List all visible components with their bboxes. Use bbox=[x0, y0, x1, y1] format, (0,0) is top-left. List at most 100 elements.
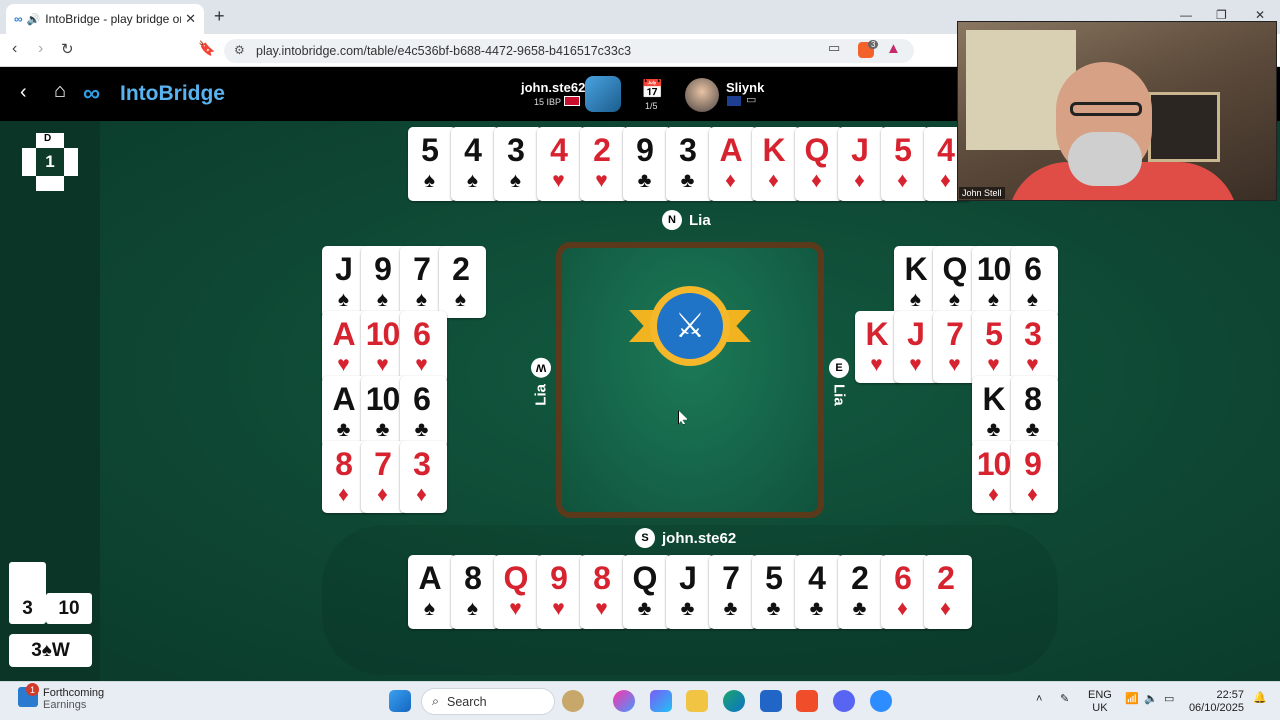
intobridge-logo-icon[interactable]: ∞ bbox=[83, 80, 100, 108]
back-chevron-icon[interactable]: ‹ bbox=[20, 81, 27, 104]
card-suit: ♦ bbox=[1027, 483, 1038, 506]
playing-card[interactable]: 3 ♣ bbox=[666, 127, 714, 201]
store-icon[interactable] bbox=[760, 690, 782, 712]
home-icon[interactable]: ⌂ bbox=[54, 80, 66, 103]
north-seat-disc: N bbox=[662, 210, 682, 230]
playing-card[interactable]: 4 ♥ bbox=[537, 127, 585, 201]
player-left-avatar[interactable] bbox=[585, 76, 621, 112]
taskbar-search[interactable]: ⌕ Search bbox=[421, 688, 555, 715]
playing-card[interactable]: A ♦ bbox=[709, 127, 757, 201]
copilot-drop-icon[interactable] bbox=[613, 690, 635, 712]
playing-card[interactable]: 9 ♦ bbox=[1011, 441, 1058, 513]
discord-icon[interactable] bbox=[833, 690, 855, 712]
news-widget[interactable]: 1 Forthcoming Earnings bbox=[18, 683, 104, 711]
clock[interactable]: 22:57 06/10/2025 bbox=[1188, 689, 1244, 715]
back-arrow-icon[interactable]: ‹ bbox=[12, 40, 17, 58]
card-rank: 7 bbox=[946, 316, 964, 352]
speaker-icon[interactable]: 🔊 bbox=[27, 13, 41, 26]
new-tab-icon[interactable]: + bbox=[214, 6, 225, 27]
card-suit: ♠ bbox=[337, 288, 350, 311]
playing-card[interactable]: 5 ♣ bbox=[752, 555, 800, 629]
site-info-icon[interactable]: ⚙ bbox=[234, 43, 245, 57]
playing-card[interactable]: 8 ♠ bbox=[451, 555, 499, 629]
forward-arrow-icon[interactable]: › bbox=[38, 40, 43, 58]
edge-icon[interactable] bbox=[723, 690, 745, 712]
video-call-overlay[interactable]: John Stell bbox=[957, 21, 1277, 201]
card-rank: 4 bbox=[550, 132, 568, 168]
playing-card[interactable]: Q ♦ bbox=[795, 127, 843, 201]
playing-card[interactable]: Q ♥ bbox=[494, 555, 542, 629]
tricks-ew: 10 bbox=[58, 598, 80, 619]
card-rank: 5 bbox=[985, 316, 1003, 352]
playing-card[interactable]: J ♣ bbox=[666, 555, 714, 629]
bookmark-icon[interactable]: 🔖 bbox=[198, 40, 215, 57]
playing-card[interactable]: 6 ♦ bbox=[881, 555, 929, 629]
card-suit: ♦ bbox=[897, 169, 908, 192]
clock-date: 06/10/2025 bbox=[1188, 702, 1244, 714]
playing-card[interactable]: A ♠ bbox=[408, 555, 456, 629]
card-rank: 6 bbox=[1024, 251, 1042, 287]
playing-card[interactable]: 6 ♥ bbox=[400, 311, 447, 383]
uk-flag-icon bbox=[564, 96, 580, 106]
playing-card[interactable]: 3 ♠ bbox=[494, 127, 542, 201]
volume-icon[interactable]: 🔈 bbox=[1144, 693, 1158, 706]
playing-card[interactable]: 8 ♣ bbox=[1011, 376, 1058, 448]
card-rank: 3 bbox=[679, 132, 697, 168]
playing-card[interactable]: K ♦ bbox=[752, 127, 800, 201]
widgets-icon[interactable] bbox=[562, 690, 584, 712]
calendar-star-icon[interactable]: 📅 bbox=[641, 79, 663, 100]
playing-card[interactable]: 2 ♦ bbox=[924, 555, 972, 629]
playing-card[interactable]: 9 ♣ bbox=[623, 127, 671, 201]
playing-card[interactable]: 2 ♥ bbox=[580, 127, 628, 201]
network-pen-icon[interactable]: ✎ bbox=[1060, 693, 1069, 706]
zoom-icon[interactable] bbox=[870, 690, 892, 712]
wifi-icon[interactable]: 📶 bbox=[1125, 693, 1139, 706]
browser-tab[interactable]: ∞ 🔊 IntoBridge - play bridge onlin ✕ bbox=[6, 4, 204, 34]
card-rank: 2 bbox=[452, 251, 470, 287]
playing-card[interactable]: 9 ♥ bbox=[537, 555, 585, 629]
chevron-up-icon[interactable]: ˄ bbox=[1036, 693, 1042, 706]
playing-card[interactable]: J ♦ bbox=[838, 127, 886, 201]
playing-card[interactable]: 3 ♥ bbox=[1011, 311, 1058, 383]
card-suit: ♣ bbox=[637, 597, 652, 620]
copilot-icon[interactable] bbox=[650, 690, 672, 712]
reload-icon[interactable]: ↻ bbox=[61, 40, 74, 58]
card-suit: ♦ bbox=[811, 169, 822, 192]
west-seat-disc: W bbox=[531, 358, 551, 378]
card-rank: 8 bbox=[464, 560, 482, 596]
playing-card[interactable]: 3 ♦ bbox=[400, 441, 447, 513]
url-field[interactable]: ⚙ play.intobridge.com/table/e4c536bf-b68… bbox=[224, 39, 914, 63]
playing-card[interactable]: 5 ♠ bbox=[408, 127, 456, 201]
playing-card[interactable]: 5 ♦ bbox=[881, 127, 929, 201]
window-close-icon[interactable]: ✕ bbox=[1255, 8, 1265, 22]
card-rank: 6 bbox=[413, 316, 431, 352]
language-indicator[interactable]: ENG UK bbox=[1088, 689, 1112, 715]
player-right-avatar[interactable] bbox=[685, 78, 719, 112]
minimize-icon[interactable]: — bbox=[1180, 8, 1192, 22]
playing-card[interactable]: Q ♣ bbox=[623, 555, 671, 629]
file-explorer-icon[interactable] bbox=[686, 690, 708, 712]
start-icon[interactable] bbox=[389, 690, 411, 712]
playing-card[interactable]: 8 ♥ bbox=[580, 555, 628, 629]
south-player-name: john.ste62 bbox=[662, 529, 737, 547]
brave-icon[interactable] bbox=[796, 690, 818, 712]
person-glasses bbox=[1070, 102, 1142, 116]
infinity-icon: ∞ bbox=[14, 12, 23, 26]
playing-card[interactable]: 7 ♣ bbox=[709, 555, 757, 629]
playing-card[interactable]: 6 ♣ bbox=[400, 376, 447, 448]
rewards-triangle-icon[interactable]: ▲ bbox=[886, 40, 901, 57]
playing-card[interactable]: 4 ♠ bbox=[451, 127, 499, 201]
brand-name[interactable]: IntoBridge bbox=[120, 82, 225, 106]
card-rank: 3 bbox=[1024, 316, 1042, 352]
cast-icon[interactable]: ▭ bbox=[828, 40, 840, 56]
contract-display: 3♠W bbox=[9, 634, 92, 667]
playing-card[interactable]: 4 ♣ bbox=[795, 555, 843, 629]
notification-bell-icon[interactable]: 🔔 bbox=[1253, 692, 1267, 705]
card-rank: 2 bbox=[593, 132, 611, 168]
playing-card[interactable]: 6 ♠ bbox=[1011, 246, 1058, 318]
close-tab-icon[interactable]: ✕ bbox=[185, 11, 196, 27]
playing-card[interactable]: 2 ♣ bbox=[838, 555, 886, 629]
restore-icon[interactable]: ❐ bbox=[1216, 8, 1227, 22]
battery-icon[interactable]: ▭ bbox=[1164, 693, 1174, 706]
playing-card[interactable]: 2 ♠ bbox=[439, 246, 486, 318]
